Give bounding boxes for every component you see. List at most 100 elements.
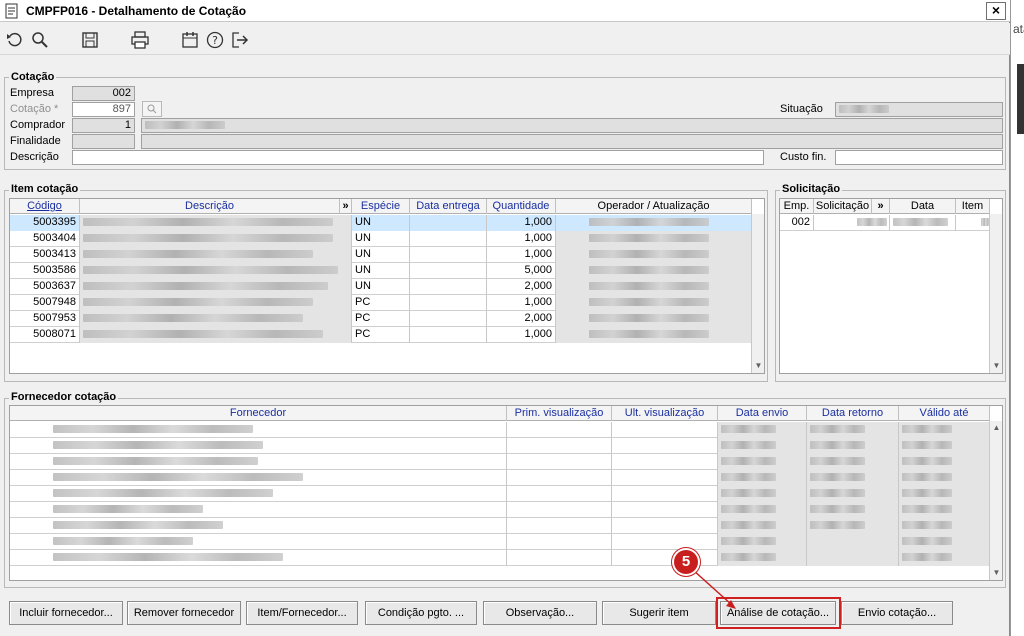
forn-scroll-up-arrow[interactable]: ▲ (990, 421, 1002, 435)
forn-prim-cell (507, 486, 612, 502)
item-row[interactable]: 5003404 UN 1,000 (10, 231, 752, 247)
forn-valido-cell (899, 550, 990, 566)
item-row[interactable]: 5003637 UN 2,000 (10, 279, 752, 295)
col-data[interactable]: Data (890, 199, 956, 214)
item-data-entrega-cell (410, 295, 487, 311)
cotacao-field[interactable]: 897 (72, 102, 135, 117)
solicitacao-grid: Emp. Solicitação » Data Item 002 ▼ (779, 198, 1003, 374)
col-data-retorno[interactable]: Data retorno (807, 406, 899, 421)
col-sol-expand[interactable]: » (872, 199, 890, 214)
fornecedor-row[interactable] (10, 534, 990, 550)
finalidade-id-field[interactable] (72, 134, 135, 149)
item-codigo-cell: 5003404 (10, 231, 80, 247)
col-solicitacao[interactable]: Solicitação (814, 199, 872, 214)
col-operador[interactable]: Operador / Atualização (556, 199, 752, 214)
undo-icon[interactable] (6, 31, 24, 49)
annotation-step-badge: 5 (674, 550, 698, 574)
comprador-id-field[interactable]: 1 (72, 118, 135, 133)
search-icon[interactable] (31, 31, 49, 49)
item-row[interactable]: 5003395 UN 1,000 (10, 215, 752, 231)
annotation-highlight-box (716, 597, 841, 629)
col-ult-visualizacao[interactable]: Ult. visualização (612, 406, 718, 421)
col-data-envio[interactable]: Data envio (718, 406, 807, 421)
sol-scroll-down-arrow[interactable]: ▼ (990, 359, 1002, 373)
help-icon[interactable]: ? (206, 31, 224, 49)
item-codigo-cell: 5007948 (10, 295, 80, 311)
col-data-entrega[interactable]: Data entrega (410, 199, 487, 214)
sol-scroll-up-arrow[interactable] (990, 214, 1002, 228)
item-row[interactable]: 5007948 PC 1,000 (10, 295, 752, 311)
item-codigo-cell: 5003395 (10, 215, 80, 231)
solicitacao-row[interactable]: 002 (780, 215, 990, 231)
condicao-pgto-button[interactable]: Condição pgto. ... (365, 601, 477, 625)
forn-prim-cell (507, 422, 612, 438)
item-cotacao-header: Código Descrição » Espécie Data entrega … (10, 199, 752, 214)
item-fornecedor-button[interactable]: Item/Fornecedor... (246, 601, 358, 625)
col-expand[interactable]: » (340, 199, 352, 214)
item-especie-cell: UN (352, 247, 410, 263)
print-icon[interactable] (131, 31, 149, 49)
col-codigo[interactable]: Código (10, 199, 80, 214)
remover-fornecedor-button[interactable]: Remover fornecedor (127, 601, 241, 625)
fornecedor-row[interactable] (10, 486, 990, 502)
fornecedor-group-label: Fornecedor cotação (9, 391, 119, 403)
fornecedor-row[interactable] (10, 502, 990, 518)
sol-item-cell (956, 215, 990, 231)
forn-envio-cell (718, 438, 807, 454)
col-quantidade[interactable]: Quantidade (487, 199, 556, 214)
fornecedor-row[interactable] (10, 454, 990, 470)
forn-nome-cell (10, 550, 507, 566)
lookup-button[interactable] (142, 101, 162, 117)
observacao-button[interactable]: Observação... (483, 601, 597, 625)
solicitacao-scrollbar[interactable]: ▼ (989, 214, 1002, 373)
col-descricao[interactable]: Descrição (80, 199, 340, 214)
descricao-field[interactable] (72, 150, 764, 165)
custo-fin-field[interactable] (835, 150, 1003, 165)
fornecedor-row[interactable] (10, 550, 990, 566)
item-row[interactable]: 5003413 UN 1,000 (10, 247, 752, 263)
save-icon[interactable] (81, 31, 99, 49)
item-row[interactable]: 5003586 UN 5,000 (10, 263, 752, 279)
forn-nome-cell (10, 422, 507, 438)
item-row[interactable]: 5008071 PC 1,000 (10, 327, 752, 343)
fornecedor-row[interactable] (10, 438, 990, 454)
item-descricao-cell (80, 247, 352, 263)
col-emp[interactable]: Emp. (780, 199, 814, 214)
calendar-icon[interactable] (181, 31, 199, 49)
item-row[interactable]: 5007953 PC 2,000 (10, 311, 752, 327)
forn-envio-cell (718, 470, 807, 486)
item-data-entrega-cell (410, 311, 487, 327)
close-button[interactable]: × (986, 2, 1006, 20)
fornecedor-row[interactable] (10, 422, 990, 438)
forn-nome-cell (10, 454, 507, 470)
col-especie[interactable]: Espécie (352, 199, 410, 214)
fornecedor-row[interactable] (10, 518, 990, 534)
scroll-down-arrow[interactable]: ▼ (752, 359, 764, 373)
envio-cotacao-button[interactable]: Envio cotação... (841, 601, 953, 625)
col-item[interactable]: Item (956, 199, 990, 214)
lookup-icon (147, 104, 157, 114)
empresa-field[interactable]: 002 (72, 86, 135, 101)
window-title: CMPFP016 - Detalhamento de Cotação (26, 4, 247, 18)
fornecedor-row[interactable] (10, 470, 990, 486)
item-quantidade-cell: 5,000 (487, 263, 556, 279)
col-prim-visualizacao[interactable]: Prim. visualização (507, 406, 612, 421)
custo-fin-label: Custo fin. (780, 151, 827, 163)
item-quantidade-cell: 2,000 (487, 279, 556, 295)
item-cotacao-scrollbar[interactable]: ▼ (751, 214, 764, 373)
comprador-label: Comprador (10, 119, 66, 131)
col-valido-ate[interactable]: Válido até (899, 406, 990, 421)
forn-ult-cell (612, 454, 718, 470)
fornecedor-scrollbar[interactable]: ▲ ▼ (989, 421, 1002, 580)
finalidade-name-field (141, 134, 1003, 149)
forn-prim-cell (507, 550, 612, 566)
incluir-fornecedor-button[interactable]: Incluir fornecedor... (9, 601, 123, 625)
sugerir-item-button[interactable]: Sugerir item (602, 601, 716, 625)
forn-scroll-down-arrow[interactable]: ▼ (990, 566, 1002, 580)
scroll-up-arrow[interactable] (752, 214, 764, 228)
forn-ult-cell (612, 470, 718, 486)
col-fornecedor[interactable]: Fornecedor (10, 406, 507, 421)
exit-icon[interactable] (231, 31, 249, 49)
item-descricao-cell (80, 215, 352, 231)
forn-valido-cell (899, 534, 990, 550)
